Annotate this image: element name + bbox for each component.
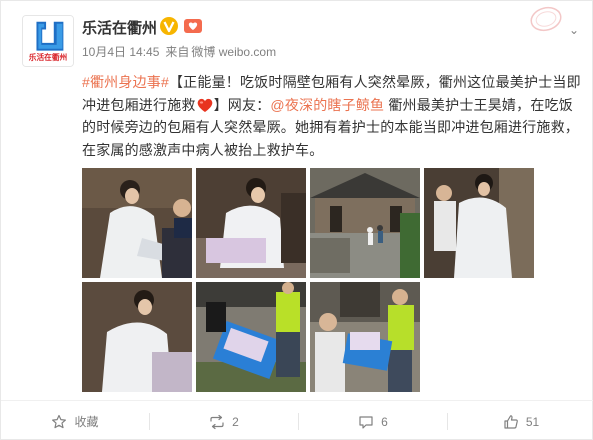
- nurse-closeup-photo[interactable]: [82, 282, 192, 392]
- verified-badge-icon: [160, 17, 178, 35]
- comment-button[interactable]: 6: [299, 401, 447, 440]
- favorite-label: 收藏: [74, 415, 99, 429]
- nurse-cpr-photo[interactable]: [196, 168, 306, 278]
- ambulance-carry-photo[interactable]: [310, 282, 420, 392]
- post-time[interactable]: 10月4日 14:45: [82, 45, 159, 59]
- thumbs-up-icon: [504, 414, 518, 429]
- author-avatar[interactable]: 乐活在衢州: [22, 15, 74, 67]
- like-count: 51: [525, 414, 540, 429]
- author-name[interactable]: 乐活在衢州: [82, 17, 157, 38]
- content-text-2: 】网友：: [213, 96, 271, 113]
- comment-count: 6: [381, 414, 388, 429]
- nurse-standing-photo[interactable]: [424, 168, 534, 278]
- post-meta: 10月4日 14:45 来自 微博 weibo.com: [82, 43, 282, 60]
- repost-button[interactable]: 2: [150, 401, 298, 440]
- watermark-stamp: [530, 6, 562, 32]
- vip-heart-icon[interactable]: [183, 16, 203, 36]
- favorite-button[interactable]: 收藏: [1, 401, 149, 440]
- weibo-post-card: 乐活在衢州 乐活在衢州 ⌄ 10月4日 14:45 来自 微博 weibo.com …: [0, 0, 593, 440]
- nurse-kneeling-photo[interactable]: [82, 168, 192, 278]
- star-icon: [52, 414, 67, 428]
- chevron-down-icon[interactable]: ⌄: [569, 23, 579, 37]
- repost-count: 2: [232, 414, 239, 429]
- source-prefix: 来自: [165, 45, 190, 59]
- svg-text:乐活在衢州: 乐活在衢州: [29, 52, 68, 62]
- stretcher-photo[interactable]: [196, 282, 306, 392]
- post-action-bar: 收藏 2 6 51: [1, 400, 593, 440]
- hashtag-link[interactable]: #衢州身边事#: [82, 74, 169, 90]
- repost-icon: [210, 414, 224, 429]
- post-source[interactable]: 微博 weibo.com: [191, 45, 276, 59]
- mention-link[interactable]: @夜深的瞎子鲸鱼: [270, 97, 384, 113]
- like-button[interactable]: 51: [448, 401, 593, 440]
- heart-emoji-icon: [197, 98, 212, 112]
- comment-icon: [359, 415, 373, 429]
- courtyard-photo[interactable]: [310, 168, 420, 278]
- post-content: #衢州身边事#【正能量！吃饭时隔壁包厢有人突然晕厥，衢州这位最美护士当即冲进包厢…: [82, 71, 582, 161]
